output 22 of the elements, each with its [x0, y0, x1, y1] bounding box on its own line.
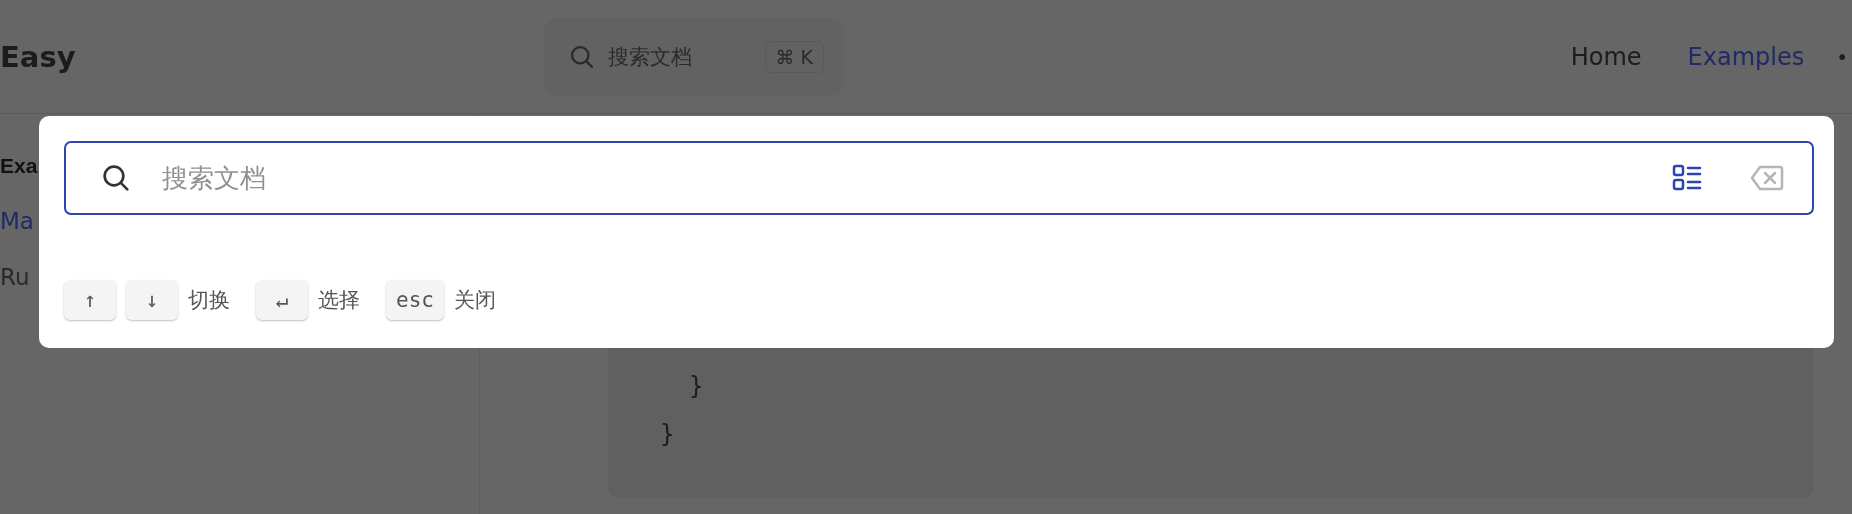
hint-label: 关闭	[453, 287, 496, 314]
hint-label: 选择	[318, 287, 360, 314]
site-title[interactable]: Easy	[0, 39, 76, 74]
code-line: }	[687, 371, 704, 402]
code-line: }	[660, 419, 675, 450]
search-icon	[100, 162, 132, 194]
nav-link[interactable]: Examples	[1687, 42, 1805, 71]
search-field[interactable]: 搜索文档	[64, 141, 1814, 215]
more-menu[interactable]: •	[1836, 44, 1848, 69]
nav-link[interactable]: Home	[1570, 42, 1642, 71]
hint-label: 切换	[188, 287, 230, 314]
sidebar-item[interactable]: Ru	[0, 264, 30, 290]
key-cap: ↓	[126, 280, 178, 320]
search-input[interactable]: 搜索文档	[160, 162, 1672, 194]
list-view-icon[interactable]	[1672, 164, 1702, 192]
sidebar-item[interactable]: Ma	[0, 208, 34, 234]
key-cap: ↵	[256, 280, 308, 320]
search-button[interactable]: 搜索文档 ⌘ K	[544, 17, 844, 96]
key-cap: ↑	[64, 280, 116, 320]
sidebar-heading: Exa	[0, 154, 38, 178]
key-cap: esc	[386, 280, 444, 320]
shortcut-key: ⌘ K	[764, 40, 824, 73]
